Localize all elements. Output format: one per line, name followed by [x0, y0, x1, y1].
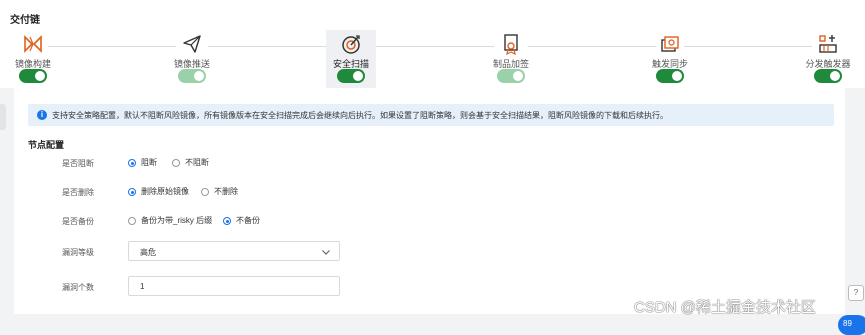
radio-dot: [172, 159, 180, 167]
target-icon: [342, 35, 360, 54]
step-security-scan[interactable]: 安全扫描: [326, 30, 376, 88]
select-value: 高危: [140, 248, 156, 257]
step-connector: [684, 46, 812, 47]
step-image-build[interactable]: 镜像构建: [3, 30, 63, 88]
radio-dot: [128, 217, 136, 225]
step-connector: [48, 46, 176, 47]
info-banner: i 支持安全策略配置，默认不阻断风险镜像，所有镜像版本在安全扫描完成后会继续向后…: [28, 104, 834, 126]
step-artifact-sign[interactable]: 制品加签: [481, 30, 541, 88]
radio-block[interactable]: 阻断: [128, 157, 157, 168]
vulnerability-count-input[interactable]: 1: [128, 276, 340, 296]
count-label: 漏洞个数: [62, 283, 94, 292]
level-label: 漏洞等级: [62, 248, 94, 257]
certificate-icon: [504, 34, 518, 55]
paper-plane-icon: [183, 35, 201, 53]
radio-no-block[interactable]: 不阻断: [172, 157, 209, 168]
step-toggle[interactable]: [19, 69, 47, 83]
radio-backup-risky[interactable]: 备份为带_risky 后缀: [128, 215, 212, 226]
input-value: 1: [140, 282, 145, 291]
page-title: 交付链: [10, 15, 40, 26]
floating-help-button[interactable]: 89: [838, 315, 865, 335]
radio-no-backup[interactable]: 不备份: [223, 215, 260, 226]
step-connector: [376, 46, 494, 47]
step-distribution-trigger[interactable]: 分发触发器: [798, 30, 858, 88]
step-trigger-sync[interactable]: 触发同步: [640, 30, 700, 88]
info-text: 支持安全策略配置，默认不阻断风险镜像，所有镜像版本在安全扫描完成后会继续向后执行…: [52, 111, 668, 120]
step-toggle[interactable]: [814, 69, 842, 83]
vulnerability-level-select[interactable]: 高危: [128, 241, 340, 261]
radio-dot: [223, 217, 231, 225]
backup-label: 是否备份: [62, 217, 94, 226]
step-toggle[interactable]: [337, 69, 365, 83]
delivery-chain-steps: 镜像构建 镜像推送 安全扫描 制品加签 触发同步 分发触发器: [0, 30, 865, 88]
distribution-icon: [819, 35, 837, 53]
sync-icon: [661, 36, 679, 52]
step-connector: [208, 46, 326, 47]
radio-dot: [128, 188, 136, 196]
step-toggle[interactable]: [656, 69, 684, 83]
build-icon: [24, 35, 42, 53]
delete-label: 是否删除: [62, 188, 94, 197]
step-connector: [528, 46, 656, 47]
radio-no-delete[interactable]: 不删除: [201, 186, 238, 197]
feedback-icon[interactable]: ?: [848, 285, 864, 301]
step-toggle[interactable]: [178, 69, 206, 83]
watermark: CSDN @稀土掘金技术社区: [634, 299, 816, 316]
radio-dot: [128, 159, 136, 167]
radio-delete-original[interactable]: 删除原始镜像: [128, 186, 189, 197]
collapse-handle[interactable]: [0, 104, 6, 130]
step-image-push[interactable]: 镜像推送: [162, 30, 222, 88]
radio-dot: [201, 188, 209, 196]
chevron-down-icon: [322, 250, 330, 255]
info-icon: i: [37, 110, 47, 120]
block-label: 是否阻断: [62, 159, 94, 168]
section-title: 节点配置: [28, 140, 65, 150]
step-toggle[interactable]: [497, 69, 525, 83]
header-bar: [0, 0, 865, 30]
